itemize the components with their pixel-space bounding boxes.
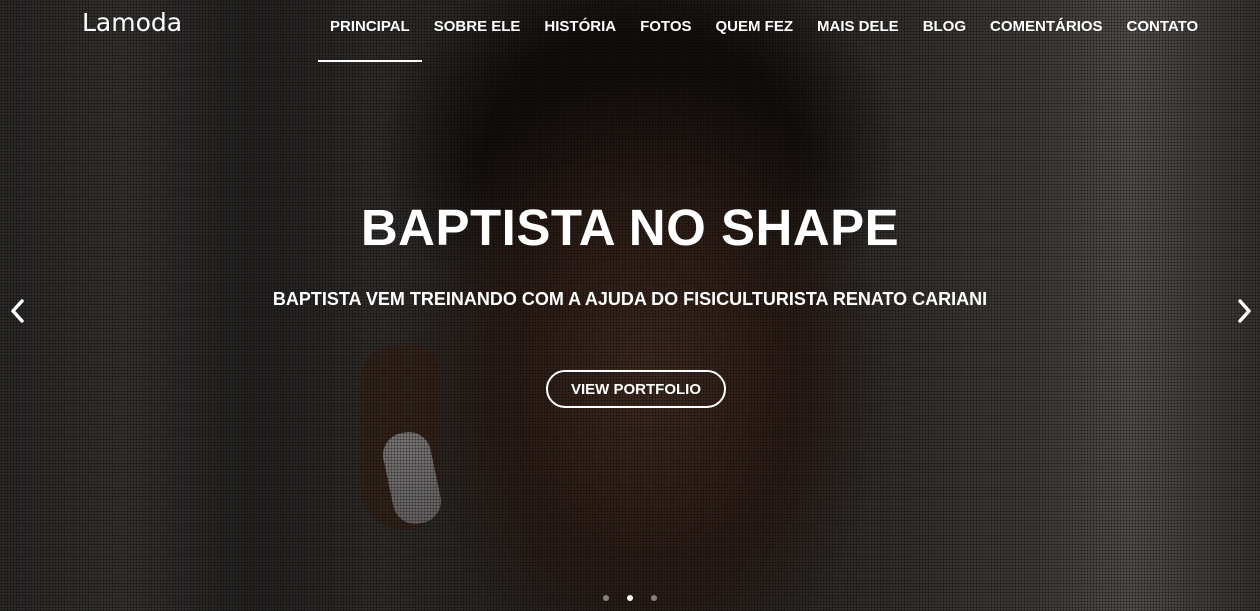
nav-item-sobre-ele[interactable]: SOBRE ELE [422,0,533,62]
chevron-left-icon [11,299,24,323]
nav-item-comentarios[interactable]: COMENTÁRIOS [978,0,1115,62]
carousel-indicator[interactable] [651,595,657,601]
nav-item-historia[interactable]: HISTÓRIA [532,0,628,62]
hero-carousel: Lamoda PRINCIPAL SOBRE ELE HISTÓRIA FOTO… [0,0,1260,611]
main-nav: PRINCIPAL SOBRE ELE HISTÓRIA FOTOS QUEM … [318,0,1210,62]
nav-item-quem-fez[interactable]: QUEM FEZ [704,0,806,62]
navbar: Lamoda PRINCIPAL SOBRE ELE HISTÓRIA FOTO… [0,0,1260,64]
view-portfolio-button[interactable]: VIEW PORTFOLIO [546,370,726,408]
nav-item-blog[interactable]: BLOG [911,0,978,62]
brand-logo[interactable]: Lamoda [82,8,182,37]
carousel-indicator[interactable] [603,595,609,601]
carousel-indicator-active[interactable] [627,595,633,601]
hero-subtitle: BAPTISTA VEM TREINANDO COM A AJUDA DO FI… [272,289,988,309]
chevron-right-icon [1238,299,1251,323]
nav-item-mais-dele[interactable]: MAIS DELE [805,0,911,62]
hero-title: BAPTISTA NO SHAPE [360,199,900,256]
nav-item-fotos[interactable]: FOTOS [628,0,703,62]
carousel-prev-button[interactable] [2,296,32,326]
nav-item-principal[interactable]: PRINCIPAL [318,0,422,62]
nav-item-contato[interactable]: CONTATO [1115,0,1211,62]
carousel-indicators [0,595,1260,601]
carousel-next-button[interactable] [1230,296,1260,326]
